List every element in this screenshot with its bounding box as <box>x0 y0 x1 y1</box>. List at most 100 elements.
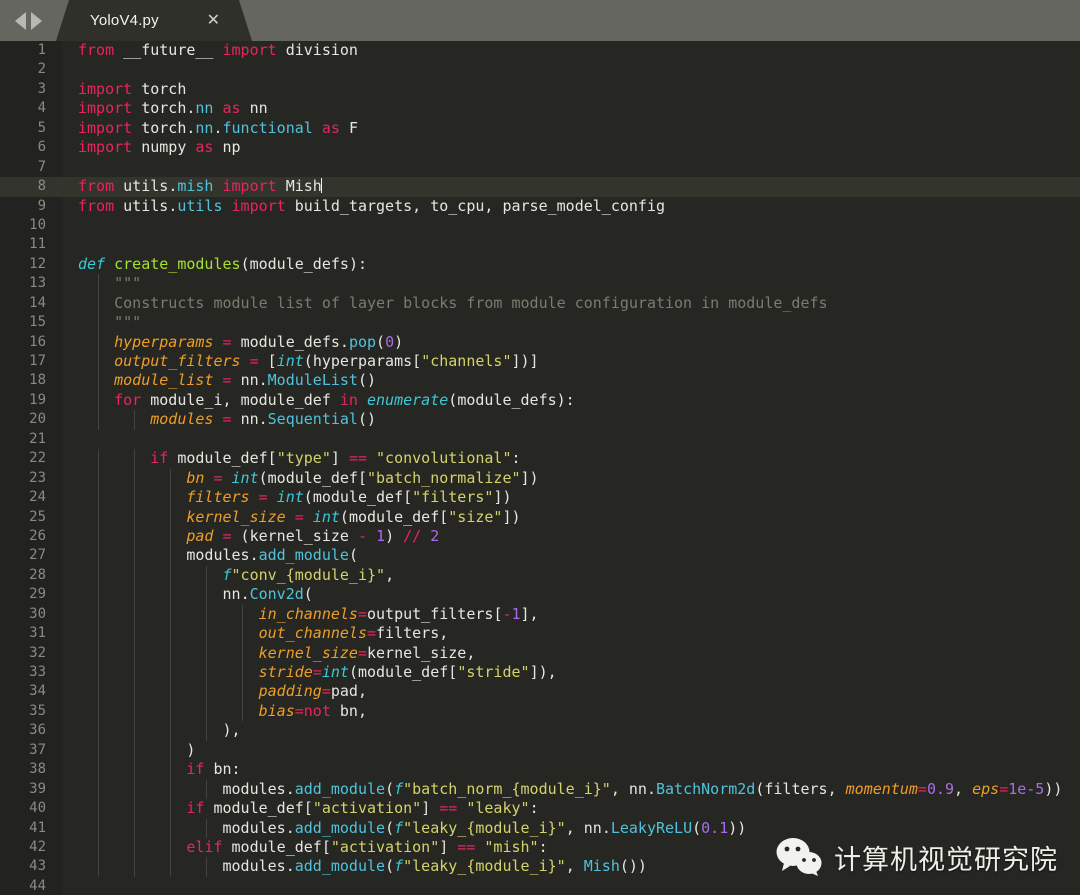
code-line-text[interactable]: if bn: <box>62 760 1080 780</box>
code-line-text[interactable]: import numpy as np <box>62 138 1080 157</box>
code-line-text[interactable]: filters = int(module_def["filters"]) <box>62 488 1080 508</box>
code-line[interactable]: 31 out_channels=filters, <box>0 624 1080 644</box>
code-line[interactable]: 2 <box>0 60 1080 79</box>
code-line[interactable]: 12 def create_modules(module_defs): <box>0 255 1080 274</box>
code-line-text[interactable]: pad = (kernel_size - 1) // 2 <box>62 526 1080 547</box>
indent-guide <box>206 643 208 664</box>
code-line[interactable]: 19 for module_i, module_def in enumerate… <box>0 390 1080 411</box>
code-line[interactable]: 37 ) <box>0 740 1080 761</box>
code-line-text[interactable]: nn.Conv2d( <box>62 585 1080 605</box>
code-line-text[interactable]: module_list = nn.ModuleList() <box>62 371 1080 391</box>
code-line-text[interactable]: modules = nn.Sequential() <box>62 410 1080 430</box>
indent-guide <box>134 682 136 702</box>
code-line[interactable]: 27 modules.add_module( <box>0 546 1080 566</box>
code-line-text[interactable]: """ <box>62 274 1080 294</box>
indent-guide <box>170 818 172 838</box>
code-line-text[interactable]: modules.add_module( <box>62 546 1080 566</box>
code-line[interactable]: 30 in_channels=output_filters[-1], <box>0 604 1080 625</box>
code-line-text[interactable]: modules.add_module(f"leaky_{module_i}", … <box>62 818 1080 838</box>
line-number: 34 <box>29 683 46 700</box>
code-line[interactable]: 15 """ <box>0 313 1080 333</box>
editor-tab-label: YoloV4.py <box>90 12 159 29</box>
code-line-text[interactable]: ) <box>62 740 1080 761</box>
code-line[interactable]: 44 <box>0 877 1080 895</box>
code-line[interactable]: 38 if bn: <box>0 760 1080 780</box>
code-line-text[interactable]: in_channels=output_filters[-1], <box>62 604 1080 625</box>
code-line[interactable]: 41 modules.add_module(f"leaky_{module_i}… <box>0 818 1080 838</box>
code-line[interactable]: 36 ), <box>0 721 1080 741</box>
code-line-text[interactable]: stride=int(module_def["stride"]), <box>62 663 1080 683</box>
code-line[interactable]: 42 elif module_def["activation"] == "mis… <box>0 837 1080 858</box>
code-line[interactable]: 20 modules = nn.Sequential() <box>0 410 1080 430</box>
code-line[interactable]: 22 if module_def["type"] == "convolution… <box>0 449 1080 469</box>
code-line-text[interactable]: import torch <box>62 80 1080 99</box>
indent-guide <box>134 721 136 741</box>
code-line[interactable]: 11 <box>0 235 1080 254</box>
code-line-text[interactable]: bias=not bn, <box>62 701 1080 722</box>
code-line-text[interactable]: if module_def["type"] == "convolutional"… <box>62 449 1080 469</box>
code-line-text[interactable]: out_channels=filters, <box>62 624 1080 644</box>
code-line-text[interactable]: hyperparams = module_defs.pop(0) <box>62 332 1080 353</box>
code-line-text[interactable]: elif module_def["activation"] == "mish": <box>62 837 1080 858</box>
code-line-text[interactable]: """ <box>62 313 1080 333</box>
tab-navigation-arrows[interactable] <box>0 0 56 41</box>
code-line-text[interactable]: if module_def["activation"] == "leaky": <box>62 799 1080 819</box>
code-line[interactable]: 3 import torch <box>0 80 1080 99</box>
indent-guide <box>134 585 136 605</box>
code-line[interactable]: 5 import torch.nn.functional as F <box>0 119 1080 138</box>
code-line[interactable]: 6 import numpy as np <box>0 138 1080 157</box>
code-line-text[interactable]: Constructs module list of layer blocks f… <box>62 293 1080 314</box>
code-line[interactable]: 25 kernel_size = int(module_def["size"]) <box>0 507 1080 527</box>
code-line[interactable]: 10 <box>0 216 1080 235</box>
code-line[interactable]: 17 output_filters = [int(hyperparams["ch… <box>0 352 1080 372</box>
editor-tab-yolov4[interactable]: YoloV4.py ✕ <box>56 0 252 41</box>
code-line[interactable]: 32 kernel_size=kernel_size, <box>0 643 1080 664</box>
code-line-text[interactable]: from __future__ import division <box>62 41 1080 60</box>
code-line[interactable]: 8 from utils.mish import Mish <box>0 177 1080 197</box>
code-line[interactable]: 43 modules.add_module(f"leaky_{module_i}… <box>0 857 1080 877</box>
code-line[interactable]: 23 bn = int(module_def["batch_normalize"… <box>0 468 1080 489</box>
code-line[interactable]: 9 from utils.utils import build_targets, … <box>0 197 1080 216</box>
code-line[interactable]: 34 padding=pad, <box>0 682 1080 702</box>
code-line-text[interactable]: import torch.nn.functional as F <box>62 119 1080 138</box>
code-line[interactable]: 26 pad = (kernel_size - 1) // 2 <box>0 526 1080 547</box>
code-line-text[interactable]: output_filters = [int(hyperparams["chann… <box>62 352 1080 372</box>
code-editor-area[interactable]: 1 from __future__ import division 2 3 import… <box>0 41 1080 895</box>
code-content[interactable]: 1 from __future__ import division 2 3 import… <box>0 41 1080 895</box>
arrow-right-icon[interactable] <box>30 11 42 30</box>
code-line[interactable]: 28 f"conv_{module_i}", <box>0 565 1080 586</box>
code-line-text[interactable]: padding=pad, <box>62 682 1080 702</box>
code-line-text[interactable]: kernel_size = int(module_def["size"]) <box>62 507 1080 527</box>
code-line[interactable]: 39 modules.add_module(f"batch_norm_{modu… <box>0 779 1080 800</box>
code-line[interactable]: 4 import torch.nn as nn <box>0 99 1080 118</box>
close-icon[interactable]: ✕ <box>207 12 220 29</box>
indent-guide <box>134 760 136 780</box>
code-line-text[interactable]: def create_modules(module_defs): <box>62 255 1080 274</box>
code-line[interactable]: 18 module_list = nn.ModuleList() <box>0 371 1080 391</box>
code-line[interactable]: 1 from __future__ import division <box>0 41 1080 60</box>
code-line-text[interactable]: for module_i, module_def in enumerate(mo… <box>62 390 1080 411</box>
code-line[interactable]: 35 bias=not bn, <box>0 701 1080 722</box>
code-line[interactable]: 33 stride=int(module_def["stride"]), <box>0 663 1080 683</box>
code-line-text[interactable]: import torch.nn as nn <box>62 99 1080 118</box>
code-line-text[interactable]: ), <box>62 721 1080 741</box>
code-line-text[interactable]: f"conv_{module_i}", <box>62 565 1080 586</box>
code-line[interactable]: 13 """ <box>0 274 1080 294</box>
code-line[interactable]: 14 Constructs module list of layer block… <box>0 293 1080 314</box>
indent-guide <box>206 779 208 800</box>
code-line[interactable]: 29 nn.Conv2d( <box>0 585 1080 605</box>
arrow-left-icon[interactable] <box>14 11 26 30</box>
code-line[interactable]: 7 <box>0 158 1080 177</box>
code-line[interactable]: 40 if module_def["activation"] == "leaky… <box>0 799 1080 819</box>
code-line[interactable]: 16 hyperparams = module_defs.pop(0) <box>0 332 1080 353</box>
code-line-text[interactable]: modules.add_module(f"batch_norm_{module_… <box>62 779 1080 800</box>
code-line-text[interactable]: from utils.mish import Mish <box>62 177 1080 197</box>
code-line[interactable]: 21 <box>0 430 1080 449</box>
code-line[interactable]: 24 filters = int(module_def["filters"]) <box>0 488 1080 508</box>
code-line-text[interactable]: kernel_size=kernel_size, <box>62 643 1080 664</box>
indent-guide <box>98 779 100 800</box>
line-number: 9 <box>37 197 46 214</box>
code-line-text[interactable]: bn = int(module_def["batch_normalize"]) <box>62 468 1080 489</box>
code-line-text[interactable]: modules.add_module(f"leaky_{module_i}", … <box>62 857 1080 877</box>
code-line-text[interactable]: from utils.utils import build_targets, t… <box>62 197 1080 216</box>
